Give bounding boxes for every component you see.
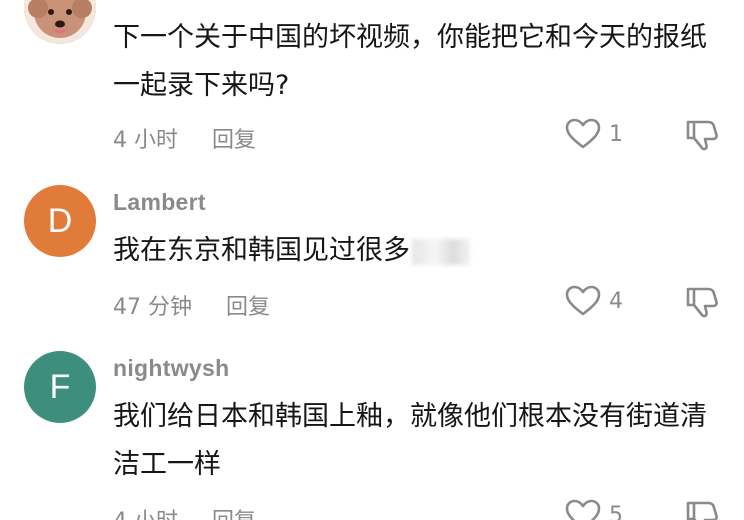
thumbs-down-outline-icon <box>686 287 718 318</box>
avatar-letter: F <box>49 367 71 406</box>
avatar[interactable]: D <box>24 185 96 257</box>
heart-outline-icon <box>565 499 601 520</box>
comment-meta: 4 小时 回复 <box>113 122 256 154</box>
dislike-button[interactable] <box>684 499 720 520</box>
comment-time: 47 分钟 <box>113 295 192 320</box>
comment-time: 4 小时 <box>113 503 178 520</box>
comment-meta: 47 分钟 回复 <box>113 289 270 321</box>
heart-outline-icon <box>565 285 601 316</box>
comment-text-visible: 我在东京和韩国见过很多 <box>113 235 410 266</box>
like-count: 4 <box>609 288 623 314</box>
avatar[interactable] <box>24 0 96 44</box>
heart-outline-icon <box>565 118 601 149</box>
reply-button[interactable]: 回复 <box>212 503 256 520</box>
comment-text: 我在东京和韩国见过很多 <box>113 227 723 275</box>
comment-username[interactable]: nightwysh <box>113 355 229 382</box>
reply-button[interactable]: 回复 <box>226 289 270 321</box>
dislike-button[interactable] <box>684 285 720 323</box>
comment-text: 下一个关于中国的坏视频，你能把它和今天的报纸一起录下来吗? <box>113 22 707 101</box>
dislike-button[interactable] <box>684 118 720 156</box>
thumbs-down-outline-icon <box>686 120 718 151</box>
like-count: 5 <box>609 502 623 520</box>
thumbs-down-outline-icon <box>686 501 718 520</box>
avatar[interactable]: F <box>24 351 96 423</box>
comment-time: 4 小时 <box>113 128 178 153</box>
comment-username[interactable]: Lambert <box>113 189 206 216</box>
reply-button[interactable]: 回复 <box>212 122 256 154</box>
like-count: 1 <box>609 121 623 147</box>
like-button[interactable]: 5 <box>565 499 623 520</box>
comment-text: 我们给日本和韩国上釉，就像他们根本没有街道清洁工一样 <box>113 401 707 480</box>
dog-avatar-icon <box>24 0 96 44</box>
comment-meta: 4 小时 回复 <box>113 503 256 520</box>
comment-list: 下一个关于中国的坏视频，你能把它和今天的报纸一起录下来吗? 4 小时 回复 1 … <box>0 0 744 520</box>
redacted-text <box>412 238 470 265</box>
avatar-letter: D <box>47 201 73 240</box>
like-button[interactable]: 1 <box>565 118 623 150</box>
like-button[interactable]: 4 <box>565 285 623 317</box>
